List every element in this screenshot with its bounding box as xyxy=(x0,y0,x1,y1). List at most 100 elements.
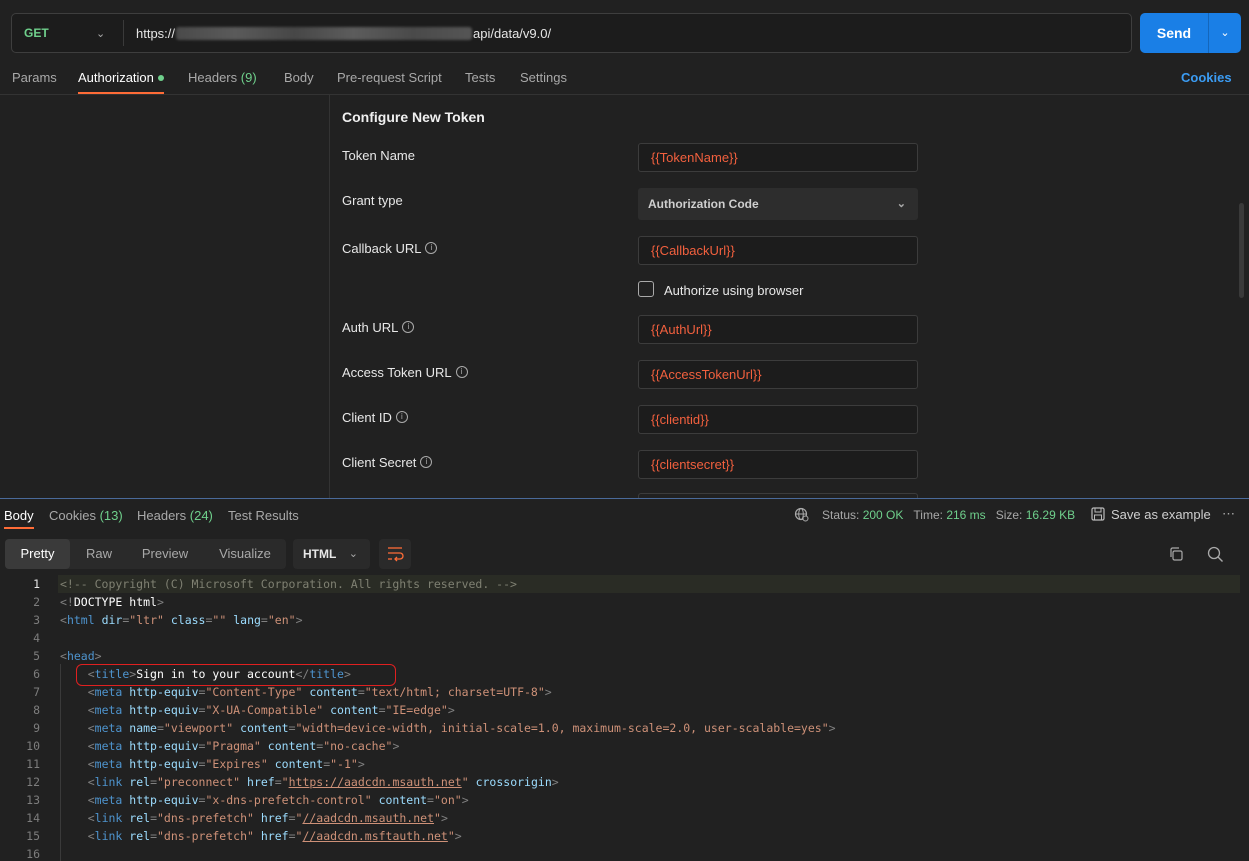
info-icon[interactable]: i xyxy=(402,320,415,333)
resp-tab-body[interactable]: Body xyxy=(4,508,34,523)
tab-label: Settings xyxy=(520,70,567,85)
save-icon xyxy=(1091,507,1105,521)
format-select[interactable]: HTML ⌄ xyxy=(293,539,370,569)
code-viewer[interactable]: 1 <!-- Copyright (C) Microsoft Corporatio… xyxy=(0,575,1249,861)
code-line: <head> xyxy=(60,649,102,663)
status-label: Status: xyxy=(822,508,860,522)
method-label: GET xyxy=(24,26,49,40)
grant-type-label: Grant type xyxy=(342,193,403,208)
divider xyxy=(0,94,1249,95)
tab-params[interactable]: Params xyxy=(12,70,57,86)
client-secret-input[interactable]: {{clientsecret}} xyxy=(638,450,918,479)
tab-label: Body xyxy=(284,70,314,85)
url-input[interactable]: https:// api/data/v9.0/ xyxy=(136,14,551,52)
code-line: <!DOCTYPE html> xyxy=(60,595,164,609)
code-line: <link rel="preconnect" href="https://aad… xyxy=(87,775,559,789)
tab-pre-request-script[interactable]: Pre-request Script xyxy=(337,70,442,86)
line-number: 11 xyxy=(26,757,40,771)
wrap-lines-button[interactable] xyxy=(379,539,411,569)
label-text: Client ID xyxy=(342,410,392,425)
code-line: <meta name="viewport" content="width=dev… xyxy=(87,721,836,735)
code-line: <meta http-equiv="Expires" content="-1"> xyxy=(87,757,365,771)
info-icon[interactable]: i xyxy=(425,241,438,254)
tab-label: Pre-request Script xyxy=(337,70,442,85)
search-icon[interactable] xyxy=(1207,546,1224,566)
tab-headers[interactable]: Headers (9) xyxy=(188,70,257,86)
line-number: 8 xyxy=(33,703,40,717)
auth-url-input[interactable]: {{AuthUrl}} xyxy=(638,315,918,344)
divider xyxy=(329,95,330,498)
line-number: 2 xyxy=(33,595,40,609)
url-prefix: https:// xyxy=(136,25,176,41)
method-select[interactable]: GET ⌄ xyxy=(12,14,122,52)
line-number: 6 xyxy=(33,667,40,681)
code-line: <link rel="dns-prefetch" href="//aadcdn.… xyxy=(87,811,448,825)
info-icon[interactable]: i xyxy=(395,410,408,423)
tab-label: Body xyxy=(4,508,34,523)
format-value: HTML xyxy=(303,547,337,561)
view-pretty[interactable]: Pretty xyxy=(5,539,70,569)
line-number: 13 xyxy=(26,793,40,807)
url-suffix: api/data/v9.0/ xyxy=(473,25,552,41)
line-number: 12 xyxy=(26,775,40,789)
tab-settings[interactable]: Settings xyxy=(520,70,567,86)
active-tab-underline xyxy=(4,527,34,529)
size-label: Size: xyxy=(995,508,1023,522)
authorize-browser-checkbox[interactable] xyxy=(638,281,654,297)
view-raw[interactable]: Raw xyxy=(72,539,126,569)
line-number: 1 xyxy=(33,577,40,591)
line-number: 10 xyxy=(26,739,40,753)
line-number: 7 xyxy=(33,685,40,699)
view-preview[interactable]: Preview xyxy=(130,539,200,569)
send-button-group: Send ⌄ xyxy=(1140,13,1241,53)
save-as-example-button[interactable]: Save as example xyxy=(1091,507,1211,522)
code-line: <!-- Copyright (C) Microsoft Corporation… xyxy=(60,577,517,591)
access-token-url-input[interactable]: {{AccessTokenUrl}} xyxy=(638,360,918,389)
resp-tab-cookies[interactable]: Cookies (13) xyxy=(49,508,123,523)
callback-url-label: Callback URL i xyxy=(342,241,438,256)
info-icon[interactable]: i xyxy=(455,365,468,378)
pane-resizer[interactable] xyxy=(0,498,1249,499)
resp-tab-test-results[interactable]: Test Results xyxy=(228,508,299,523)
label-text: Auth URL xyxy=(342,320,399,335)
label-text: Access Token URL xyxy=(342,365,452,380)
tab-label: Params xyxy=(12,70,57,85)
url-bar: GET ⌄ https:// api/data/v9.0/ xyxy=(11,13,1132,53)
line-number: 16 xyxy=(26,847,40,861)
tab-tests[interactable]: Tests xyxy=(465,70,495,86)
section-title: Configure New Token xyxy=(342,109,485,125)
resp-tab-headers[interactable]: Headers (24) xyxy=(137,508,213,523)
scrollbar[interactable] xyxy=(1239,203,1244,298)
cookies-link[interactable]: Cookies xyxy=(1181,70,1232,85)
client-id-input[interactable]: {{clientid}} xyxy=(638,405,918,434)
line-number: 3 xyxy=(33,613,40,627)
tab-count: (13) xyxy=(99,508,123,523)
more-options-icon[interactable]: ⋯ xyxy=(1222,506,1236,522)
send-options-chevron-icon[interactable]: ⌄ xyxy=(1209,13,1241,53)
send-button[interactable]: Send xyxy=(1140,13,1208,53)
annotation-highlight-box xyxy=(76,664,396,686)
tab-label: Tests xyxy=(465,70,496,85)
tab-authorization[interactable]: Authorization xyxy=(78,70,164,86)
globe-icon[interactable] xyxy=(794,507,809,522)
redacted-host xyxy=(176,26,473,40)
chevron-down-icon: ⌄ xyxy=(96,28,106,40)
info-icon[interactable]: i xyxy=(420,455,433,468)
access-token-url-label: Access Token URL i xyxy=(342,365,468,380)
label-text: Client Secret xyxy=(342,455,417,470)
view-visualize[interactable]: Visualize xyxy=(205,539,285,569)
divider xyxy=(123,20,124,46)
tab-label: Headers xyxy=(188,70,238,85)
active-dot-icon xyxy=(157,74,164,81)
token-name-input[interactable]: {{TokenName}} xyxy=(638,143,918,172)
callback-url-input[interactable]: {{CallbackUrl}} xyxy=(638,236,918,265)
code-line: <meta http-equiv="Content-Type" content=… xyxy=(87,685,552,699)
tab-body[interactable]: Body xyxy=(284,70,314,86)
status-value[interactable]: 200 OK xyxy=(863,508,904,522)
time-value[interactable]: 216 ms xyxy=(946,508,985,522)
grant-type-select[interactable]: Authorization Code ⌄ xyxy=(638,188,918,220)
size-value[interactable]: 16.29 KB xyxy=(1026,508,1075,522)
copy-icon[interactable] xyxy=(1168,546,1184,565)
grant-type-value: Authorization Code xyxy=(648,197,759,211)
client-id-label: Client ID i xyxy=(342,410,408,425)
